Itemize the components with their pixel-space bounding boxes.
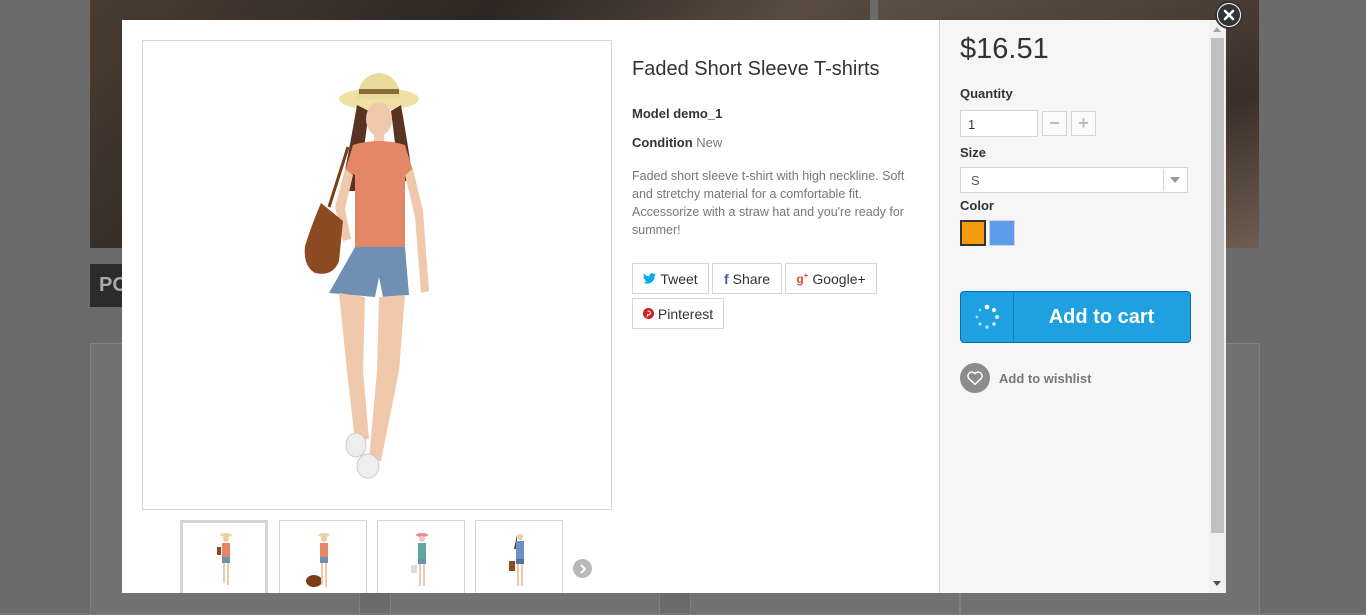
google-plus-label: Google+ xyxy=(812,270,866,287)
plus-icon: + xyxy=(1078,113,1089,133)
quantity-input[interactable]: 1 xyxy=(960,110,1038,137)
model-photo xyxy=(304,73,429,479)
thumbnail-4[interactable] xyxy=(475,520,563,593)
product-model: Model demo_1 xyxy=(632,106,722,121)
pinterest-label: Pinterest xyxy=(657,305,714,322)
add-to-wishlist-link[interactable]: Add to wishlist xyxy=(960,363,1091,393)
tweet-button[interactable]: Tweet xyxy=(632,263,709,294)
quick-view-modal: Faded Short Sleeve T-shirts Model demo_1… xyxy=(122,20,1226,593)
google-plus-icon: g+ xyxy=(796,271,809,286)
size-label: Size xyxy=(960,145,987,160)
google-plus-button[interactable]: g+ Google+ xyxy=(785,263,877,294)
product-title: Faded Short Sleeve T-shirts xyxy=(632,58,880,80)
pinterest-icon xyxy=(642,308,654,319)
size-select[interactable]: S xyxy=(960,167,1188,193)
model-value: demo_1 xyxy=(673,106,723,121)
product-description: Faded short sleeve t-shirt with high nec… xyxy=(632,169,905,237)
heart-icon xyxy=(960,363,990,393)
add-to-wishlist-label: Add to wishlist xyxy=(999,370,1092,386)
scroll-down-arrow-icon[interactable] xyxy=(1213,581,1221,586)
condition-label: Condition xyxy=(632,135,693,150)
loading-spinner-icon xyxy=(961,292,1014,342)
pinterest-button[interactable]: Pinterest xyxy=(632,298,724,329)
thumbnail-image xyxy=(411,533,428,586)
facebook-icon: f xyxy=(723,270,729,287)
thumbnail-next-arrow-icon[interactable] xyxy=(573,559,592,578)
close-modal-button[interactable] xyxy=(1215,1,1243,29)
quantity-label: Quantity xyxy=(960,86,1013,101)
size-selected-value: S xyxy=(971,173,980,188)
chevron-down-icon xyxy=(1163,169,1186,191)
thumbnail-image xyxy=(306,533,330,587)
color-swatch-blue[interactable] xyxy=(989,220,1015,246)
share-label: Share xyxy=(732,270,771,287)
product-price: $16.51 xyxy=(960,33,1049,65)
twitter-icon xyxy=(643,273,657,284)
product-condition: Condition New xyxy=(632,135,722,150)
modal-scrollbar[interactable] xyxy=(1209,20,1226,593)
add-to-cart-label: Add to cart xyxy=(1048,305,1155,328)
model-label: Model xyxy=(632,106,670,121)
thumbnail-image xyxy=(509,534,524,586)
scroll-up-arrow-icon[interactable] xyxy=(1213,27,1221,32)
quantity-decrease-button[interactable]: − xyxy=(1042,111,1067,136)
thumbnail-image xyxy=(217,533,232,585)
color-swatch-orange[interactable] xyxy=(960,220,986,246)
scrollbar-thumb[interactable] xyxy=(1211,38,1224,533)
condition-value: New xyxy=(696,135,723,150)
add-to-cart-button[interactable]: Add to cart xyxy=(960,291,1191,343)
facebook-share-button[interactable]: f Share xyxy=(712,263,782,294)
quantity-increase-button[interactable]: + xyxy=(1071,111,1096,136)
thumbnail-1[interactable] xyxy=(180,520,268,593)
minus-icon: − xyxy=(1049,113,1060,133)
color-label: Color xyxy=(960,198,994,213)
thumbnail-3[interactable] xyxy=(377,520,465,593)
thumbnail-2[interactable] xyxy=(279,520,367,593)
buy-box: $16.51 Quantity 1 − + Size S Color Add t… xyxy=(939,20,1212,593)
tweet-label: Tweet xyxy=(660,270,698,287)
product-main-image[interactable] xyxy=(142,40,612,510)
close-icon xyxy=(1218,4,1240,26)
